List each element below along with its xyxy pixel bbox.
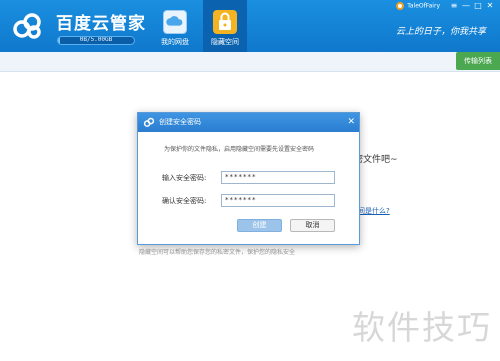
create-button[interactable]: 创建 [237,219,282,232]
minimize-icon[interactable]: — [460,1,472,10]
baidu-cloud-logo-icon [143,117,155,127]
password-input[interactable]: ******* [221,171,335,184]
transfer-list-button[interactable]: 传输列表 [456,52,500,70]
cancel-button[interactable]: 取消 [290,219,335,232]
dialog-close-icon[interactable]: ✕ [347,113,355,132]
baidu-cloud-logo-icon [13,13,41,39]
user-area[interactable]: TaleOfFairy [396,2,440,10]
tab-hidden-space[interactable]: 隐藏空间 [203,0,247,52]
watermark: 软件技巧 [352,308,492,347]
menu-icon[interactable]: ≡ [448,1,460,10]
app-title: 百度云管家 [56,14,146,34]
what-is-hidden-space-link[interactable]: 间是什么? [358,206,390,216]
confirm-password-label: 确认安全密码: [162,197,207,205]
maximize-icon[interactable]: □ [472,1,484,10]
slogan: 云上的日子，你我共享 [395,27,486,37]
tab-hidden-space-label: 隐藏空间 [211,38,239,46]
dialog-message: 为保护你的文件隐私，启用隐藏空间需要先设置安全密码 [164,146,315,153]
close-icon[interactable]: ✕ [484,1,496,10]
dialog-title: 创建安全密码 [159,118,201,126]
confirm-password-input[interactable]: ******* [221,194,335,207]
window-controls: ≡ — □ ✕ [448,1,496,10]
cloud-icon [163,10,187,34]
tab-my-netdisk[interactable]: 我的网盘 [153,6,197,52]
quota-text: 0B/5.00GB [79,36,113,43]
dialog-titlebar: 创建安全密码 ✕ [138,113,359,132]
create-password-dialog: 创建安全密码 ✕ 为保护你的文件隐私，启用隐藏空间需要先设置安全密码 输入安全密… [137,112,360,245]
background-heading: 密文件吧~ [354,155,398,165]
lock-icon [213,10,237,34]
tab-my-netdisk-label: 我的网盘 [161,38,189,46]
sub-toolbar [0,52,500,72]
app-header: 百度云管家 0B/5.00GB 我的网盘 隐藏空间 TaleOfFairy ≡ —… [0,0,500,52]
user-avatar-icon [396,2,405,10]
password-label: 输入安全密码: [162,174,207,182]
quota-bar: 0B/5.00GB [57,36,135,45]
username: TaleOfFairy [407,2,440,10]
transfer-list-label: 传输列表 [464,57,492,65]
background-description: 隐藏空间可以帮助您保存您的私密文件，保护您的隐私安全 [139,249,296,256]
